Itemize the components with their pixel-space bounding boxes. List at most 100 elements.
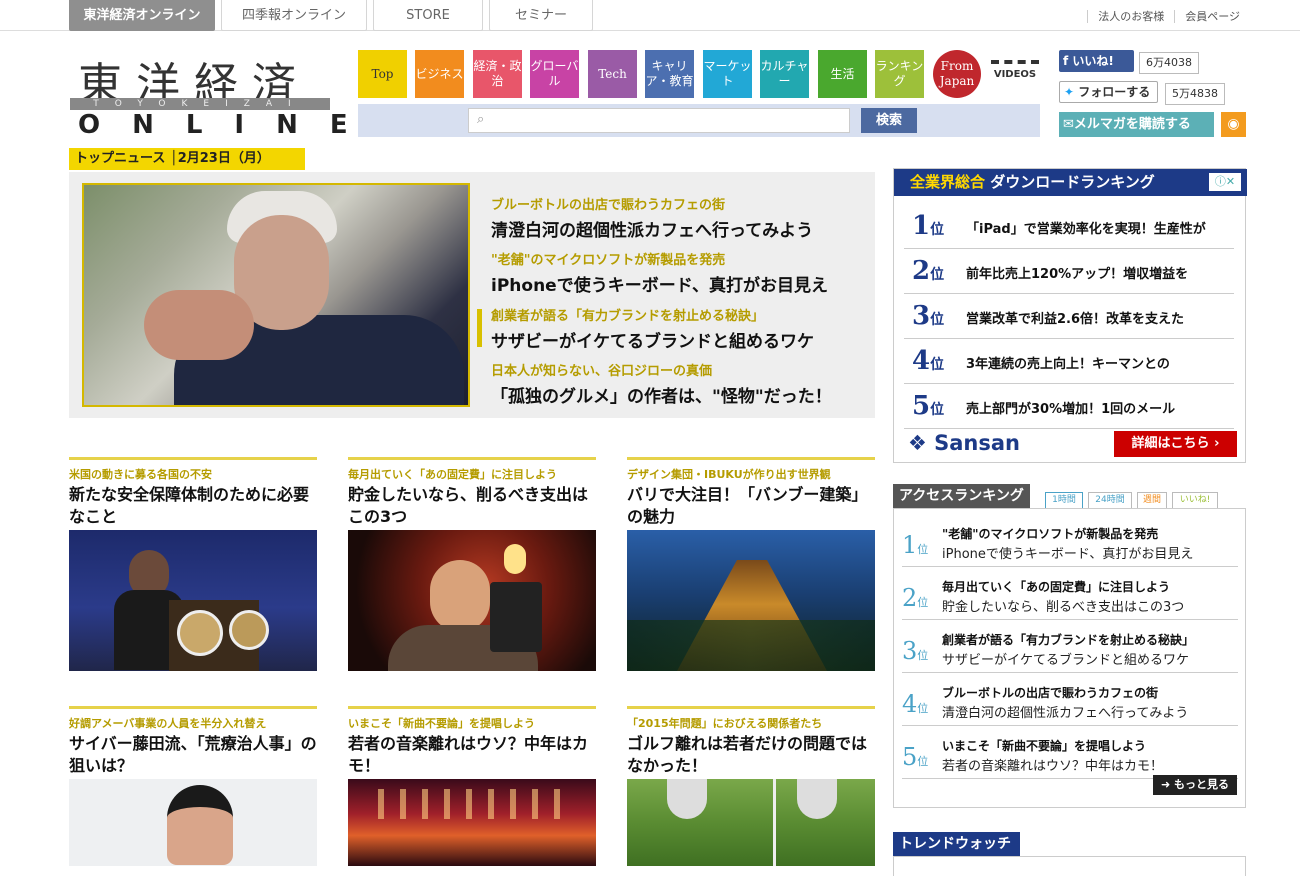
videos-link[interactable]: VIDEOS (991, 60, 1039, 88)
ranking-row[interactable]: 3位 営業改革で利益2.6倍！改革を支えた (904, 294, 1234, 339)
photo-face (167, 785, 233, 865)
ranking-row[interactable]: 4位 3年連続の売上向上！キーマンとの (904, 339, 1234, 384)
nav-economy-politics[interactable]: 経済・政治 (473, 50, 522, 98)
nav-career[interactable]: キャリア・教育 (645, 50, 694, 98)
tab-likes[interactable]: いいね! (1172, 492, 1218, 509)
rank-suffix: 位 (917, 596, 929, 609)
access-rank-number: 4位 (902, 690, 929, 718)
article-thumbnail[interactable] (627, 779, 875, 866)
rank-suffix: 位 (930, 402, 945, 418)
rank-number: 5位 (912, 391, 945, 421)
arrow-right-icon: ➜ (1160, 778, 1175, 791)
photo-face (430, 560, 490, 632)
article-title: サイバー藤田流、「荒療治人事」の狙いは？ (69, 734, 317, 775)
article-rule (627, 706, 875, 709)
article-rule (348, 706, 596, 709)
facebook-like-button[interactable]: f いいね! (1059, 50, 1134, 72)
featured-photo[interactable] (82, 183, 470, 407)
search-input[interactable]: ⌕ (468, 108, 850, 133)
article-card[interactable]: いまこそ「新曲不要論」を提唱しよう 若者の音楽離れはウソ？中年はカモ！ (348, 706, 596, 777)
article-thumbnail[interactable] (69, 530, 317, 671)
ranking-row[interactable]: 2位 前年比売上120%アップ！増収増益を (904, 249, 1234, 294)
rank-number: 3位 (912, 301, 945, 331)
nav-ranking[interactable]: ランキング (875, 50, 924, 98)
site-logo[interactable]: 東洋経済 TOYOKEIZAI ONLINE (70, 48, 348, 140)
nav-from-japan[interactable]: From Japan (933, 50, 981, 98)
access-row[interactable]: 4位 ブルーボトルの出店で賑わうカフェの街 清澄白河の超個性派カフェへ行ってみよ… (902, 674, 1238, 726)
featured-item[interactable]: 創業者が語る「有力ブランドを射止める秘訣」 サザビーがイケてるブランドと組めるワ… (491, 305, 871, 352)
article-card[interactable]: 好調アメーバ事業の人員を半分入れ替え サイバー藤田流、「荒療治人事」の狙いは？ (69, 706, 317, 777)
detail-button[interactable]: 詳細はこちら › (1114, 431, 1237, 457)
article-thumbnail[interactable] (348, 779, 596, 866)
search-bar: ⌕ 検索 (358, 104, 1040, 137)
nav-market[interactable]: マーケット (703, 50, 752, 98)
nav-business[interactable]: ビジネス (415, 50, 464, 98)
ad-info-icon[interactable]: ⓘ✕ (1209, 173, 1241, 191)
tab-weekly[interactable]: 週間 (1137, 492, 1167, 509)
nav-culture[interactable]: カルチャー (760, 50, 809, 98)
nav-top[interactable]: Top (358, 50, 407, 98)
nav-global[interactable]: グローバル (530, 50, 579, 98)
rank-title: 売上部門が30%増加！1回のメール (966, 402, 1176, 417)
rank-suffix: 位 (917, 649, 929, 662)
featured-item-title: 「孤独のグルメ」の作者は、"怪物"だった！ (491, 387, 832, 407)
access-row[interactable]: 2位 毎月出ていく「あの固定費」に注目しよう 貯金したいなら、削るべき支出はこの… (902, 568, 1238, 620)
rank-suffix: 位 (930, 312, 945, 328)
article-card[interactable]: デザイン集団・IBUKUが作り出す世界観 バリで大注目！「バンブー建築」の魅力 (627, 457, 875, 528)
ranking-row[interactable]: 1位 「iPad」で営業効率化を実現！生産性が (904, 204, 1234, 249)
access-row-sub: 毎月出ていく「あの固定費」に注目しよう (942, 580, 1171, 594)
tab-store[interactable]: STORE (373, 0, 483, 31)
photo-hands (144, 290, 254, 360)
search-button[interactable]: 検索 (861, 108, 917, 133)
twitter-follow-button[interactable]: ✦ フォローする (1059, 81, 1158, 103)
featured-news: ブルーボトルの出店で賑わうカフェの街 清澄白河の超個性派カフェへ行ってみよう "… (69, 172, 875, 418)
corporate-link[interactable]: 法人のお客様 (1087, 10, 1175, 23)
article-thumbnail[interactable] (348, 530, 596, 671)
rss-icon[interactable]: ◉ (1221, 112, 1246, 137)
twitter-count: 5万4838 (1165, 83, 1225, 105)
more-button[interactable]: ➜ もっと見る (1153, 775, 1237, 795)
tab-24-hours[interactable]: 24時間 (1088, 492, 1132, 509)
featured-item-sub: "老舗"のマイクロソフトが新製品を発売 (491, 253, 726, 268)
article-sub: 「2015年問題」におびえる関係者たち (627, 717, 823, 730)
tab-shikiho-online[interactable]: 四季報オンライン (221, 0, 367, 31)
facebook-count: 6万4038 (1139, 52, 1199, 74)
access-row-title: サザビーがイケてるブランドと組めるワケ (942, 653, 1190, 668)
access-rank-number: 5位 (902, 743, 929, 771)
tab-1-hour[interactable]: 1時間 (1045, 492, 1083, 509)
access-row-title: 清澄白河の超個性派カフェへ行ってみよう (942, 706, 1189, 721)
facebook-icon: f (1063, 54, 1073, 68)
nav-life[interactable]: 生活 (818, 50, 867, 98)
sponsor-logo[interactable]: ❖ Sansan (908, 431, 1020, 455)
article-title: 若者の音楽離れはウソ？中年はカモ！ (348, 734, 589, 775)
newsletter-button[interactable]: ✉メルマガを購読する (1059, 112, 1214, 137)
download-ranking-highlight: 全業界総合 (910, 173, 986, 191)
article-card[interactable]: 米国の動きに募る各国の不安 新たな安全保障体制のために必要なこと (69, 457, 317, 528)
tab-toyokeizai-online[interactable]: 東洋経済オンライン (69, 0, 215, 31)
article-card[interactable]: 「2015年問題」におびえる関係者たち ゴルフ離れは若者だけの問題ではなかった！ (627, 706, 875, 777)
access-rank-number: 1位 (902, 531, 929, 559)
featured-item[interactable]: 日本人が知らない、谷口ジローの真価 「孤独のグルメ」の作者は、"怪物"だった！ (491, 360, 871, 407)
photo-jungle (627, 620, 875, 671)
ranking-row[interactable]: 5位 売上部門が30%増加！1回のメール (904, 384, 1234, 429)
article-title: ゴルフ離れは若者だけの問題ではなかった！ (627, 734, 868, 775)
top-links: 法人のお客様 会員ページ (1087, 8, 1250, 24)
access-row[interactable]: 3位 創業者が語る「有力ブランドを射止める秘訣」 サザビーがイケてるブランドと組… (902, 621, 1238, 673)
featured-item[interactable]: "老舗"のマイクロソフトが新製品を発売 iPhoneで使うキーボード、真打がお目… (491, 249, 871, 296)
article-thumbnail[interactable] (627, 530, 875, 671)
article-title: 新たな安全保障体制のために必要なこと (69, 485, 310, 526)
tab-seminar[interactable]: セミナー (489, 0, 593, 31)
rank-suffix: 位 (930, 357, 945, 373)
facebook-label: いいね! (1072, 54, 1114, 68)
article-thumbnail[interactable] (69, 779, 317, 866)
more-button-label: もっと見る (1174, 778, 1230, 791)
member-page-link[interactable]: 会員ページ (1174, 10, 1250, 23)
logo-online: ONLINE (78, 110, 380, 140)
nav-tech[interactable]: Tech (588, 50, 637, 98)
access-ranking: 1位 "老舗"のマイクロソフトが新製品を発売 iPhoneで使うキーボード、真打… (893, 508, 1246, 808)
access-row[interactable]: 5位 いまこそ「新曲不要論」を提唱しよう 若者の音楽離れはウソ？中年はカモ！ (902, 727, 1238, 779)
rank-number: 2位 (912, 256, 945, 286)
article-card[interactable]: 毎月出ていく「あの固定費」に注目しよう 貯金したいなら、削るべき支出はこの3つ (348, 457, 596, 528)
access-row[interactable]: 1位 "老舗"のマイクロソフトが新製品を発売 iPhoneで使うキーボード、真打… (902, 515, 1238, 567)
featured-item[interactable]: ブルーボトルの出店で賑わうカフェの街 清澄白河の超個性派カフェへ行ってみよう (491, 194, 871, 241)
